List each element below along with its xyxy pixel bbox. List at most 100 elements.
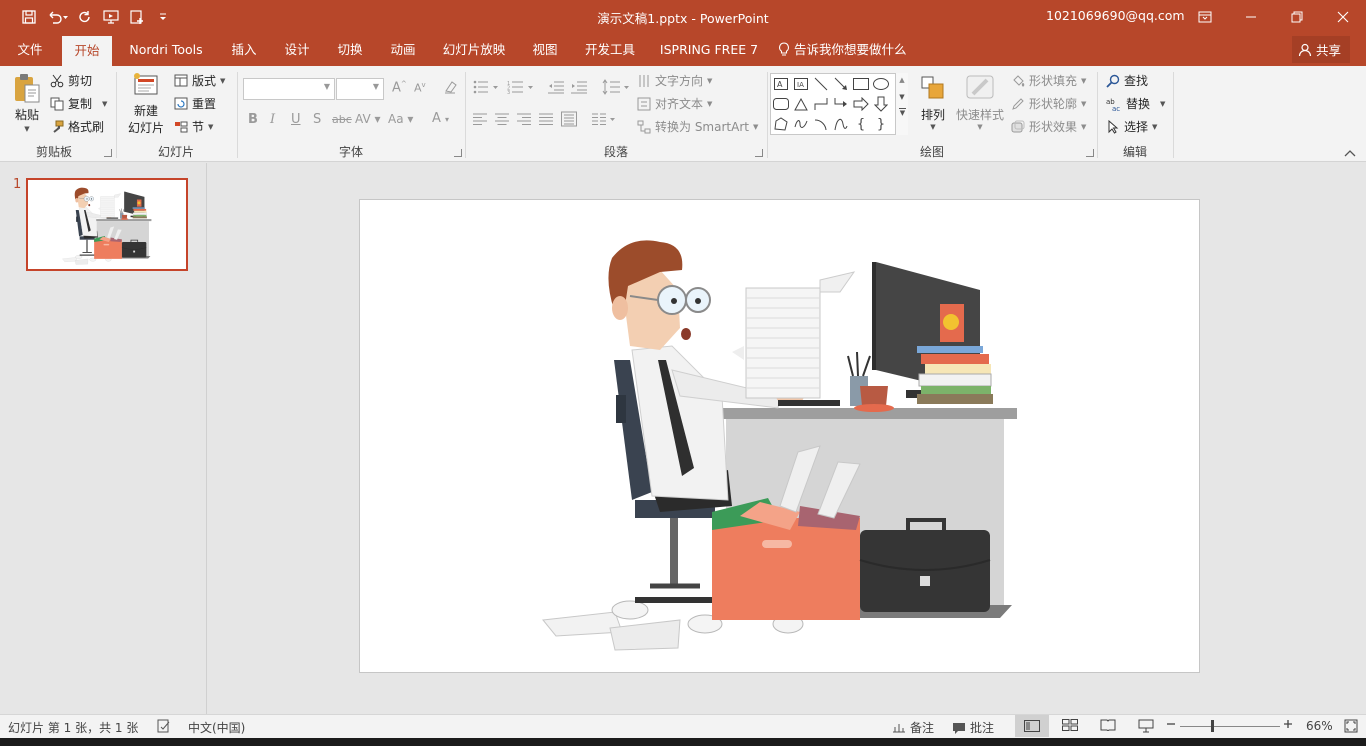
tab-transitions[interactable]: 切换 (328, 33, 372, 66)
save-icon[interactable] (16, 3, 42, 31)
drawing-launcher-icon[interactable] (1086, 149, 1094, 157)
tab-view[interactable]: 视图 (523, 33, 567, 66)
close-icon[interactable] (1320, 0, 1366, 33)
cut-button[interactable]: 剪切 (50, 72, 92, 89)
align-center-icon[interactable] (495, 113, 509, 129)
reading-view-icon[interactable] (1100, 719, 1116, 731)
decrease-indent-icon[interactable] (548, 80, 564, 98)
grow-font-icon[interactable]: A^ (392, 80, 407, 95)
shapes-gallery-scroll[interactable]: ▲ ▼ ▼ (895, 73, 908, 135)
font-name-combo[interactable]: ▼ (243, 78, 335, 100)
paste-button[interactable]: 粘贴 ▼ (10, 72, 44, 134)
change-case-icon[interactable]: Aa ▾ (388, 112, 413, 126)
strikethrough-icon[interactable]: abc (332, 113, 352, 126)
align-left-icon[interactable] (473, 113, 487, 129)
right-brace-icon[interactable]: } (872, 115, 890, 133)
text-shadow-icon[interactable]: S (313, 112, 321, 127)
align-text-button[interactable]: 对齐文本 ▼ (637, 95, 712, 112)
numbering-icon[interactable]: 123 (507, 80, 535, 98)
slide-canvas[interactable] (359, 199, 1200, 673)
arrow-line-icon[interactable] (832, 75, 850, 93)
zoom-out-icon[interactable] (1166, 719, 1176, 729)
tab-slideshow[interactable]: 幻灯片放映 (438, 33, 510, 66)
columns-icon[interactable] (592, 113, 618, 129)
zoom-level[interactable]: 66% (1306, 719, 1333, 733)
bold-icon[interactable]: B (248, 112, 258, 127)
shrink-font-icon[interactable]: Av (414, 81, 426, 95)
new-slide-button[interactable]: 新建 幻灯片 (122, 72, 170, 138)
underline-icon[interactable]: U (291, 112, 301, 127)
slide-sorter-view-icon[interactable] (1062, 719, 1078, 731)
shape-fill-button[interactable]: 形状填充 ▼ (1011, 72, 1086, 89)
find-button[interactable]: 查找 (1106, 72, 1148, 89)
increase-indent-icon[interactable] (571, 80, 587, 98)
layout-button[interactable]: 版式 ▼ (174, 72, 225, 89)
right-arrow-shape-icon[interactable] (852, 95, 870, 113)
vertical-text-box-icon[interactable]: IA (792, 75, 810, 93)
convert-smartart-button[interactable]: 转换为 SmartArt ▼ (637, 118, 758, 135)
quick-styles-button[interactable]: 快速样式 ▼ (954, 74, 1006, 136)
character-spacing-icon[interactable]: AV ▾ (355, 112, 381, 126)
tab-developer[interactable]: 开发工具 (580, 33, 640, 66)
rounded-rectangle-icon[interactable] (772, 95, 790, 113)
tab-ispring[interactable]: ISPRING FREE 7 (655, 33, 763, 66)
undo-icon[interactable] (42, 3, 72, 31)
restore-icon[interactable] (1274, 0, 1320, 33)
start-from-beginning-icon[interactable] (98, 3, 124, 31)
line-icon[interactable] (812, 75, 830, 93)
account-name[interactable]: 1021069690@qq.com (1046, 8, 1185, 23)
spelling-check-icon[interactable] (157, 719, 171, 733)
curve-icon[interactable] (832, 115, 850, 133)
line-spacing-icon[interactable] (602, 79, 630, 99)
language-indicator[interactable]: 中文(中国) (188, 719, 245, 736)
collapse-ribbon-icon[interactable] (1344, 146, 1356, 160)
arrange-button[interactable]: 排列 ▼ (916, 74, 950, 136)
bullets-icon[interactable] (473, 80, 499, 98)
select-button[interactable]: 选择 ▼ (1106, 118, 1157, 135)
font-launcher-icon[interactable] (454, 149, 462, 157)
triangle-icon[interactable] (792, 95, 810, 113)
justify-icon[interactable] (539, 113, 553, 129)
tab-nordri-tools[interactable]: Nordri Tools (120, 33, 212, 66)
freeform-icon[interactable] (772, 115, 790, 133)
zoom-in-icon[interactable] (1283, 719, 1293, 729)
tab-home[interactable]: 开始 (62, 36, 112, 66)
clipboard-launcher-icon[interactable] (104, 149, 112, 157)
format-painter-button[interactable]: 格式刷 (50, 118, 104, 135)
new-slide-quick-icon[interactable] (124, 3, 150, 31)
comments-button[interactable]: 批注 (952, 719, 994, 736)
slide-counter[interactable]: 幻灯片 第 1 张，共 1 张 (8, 719, 138, 736)
distributed-icon[interactable] (561, 111, 577, 131)
align-right-icon[interactable] (517, 113, 531, 129)
oval-icon[interactable] (872, 75, 890, 93)
clear-formatting-icon[interactable] (443, 79, 459, 99)
rectangle-icon[interactable] (852, 75, 870, 93)
italic-icon[interactable]: I (270, 112, 275, 127)
normal-view-button[interactable] (1015, 715, 1049, 737)
scribble-icon[interactable] (792, 115, 810, 133)
shapes-gallery[interactable]: A IA { } (770, 73, 908, 135)
customize-quick-access-icon[interactable] (150, 3, 176, 31)
tab-insert[interactable]: 插入 (222, 33, 266, 66)
slideshow-view-icon[interactable] (1138, 719, 1154, 733)
notes-button[interactable]: 备注 (892, 719, 934, 736)
left-brace-icon[interactable]: { (852, 115, 870, 133)
ribbon-display-options-icon[interactable] (1182, 0, 1228, 33)
shape-outline-button[interactable]: 形状轮廓 ▼ (1011, 95, 1086, 112)
elbow-connector-icon[interactable] (812, 95, 830, 113)
zoom-slider[interactable] (1180, 720, 1280, 732)
tab-animations[interactable]: 动画 (381, 33, 425, 66)
down-arrow-shape-icon[interactable] (872, 95, 890, 113)
arc-icon[interactable] (812, 115, 830, 133)
minimize-icon[interactable] (1228, 0, 1274, 33)
tab-file[interactable]: 文件 (8, 33, 52, 66)
copy-button[interactable]: 复制 ▼ (50, 95, 107, 112)
replace-button[interactable]: ab ac 替换 ▼ (1106, 95, 1165, 112)
redo-icon[interactable] (72, 3, 98, 31)
tell-me-box[interactable]: 告诉我你想要做什么 (778, 33, 914, 66)
text-direction-button[interactable]: 文字方向 ▼ (637, 72, 712, 89)
paragraph-launcher-icon[interactable] (755, 149, 763, 157)
elbow-arrow-icon[interactable] (832, 95, 850, 113)
slide-thumbnail[interactable] (26, 178, 188, 271)
shape-effects-button[interactable]: 形状效果 ▼ (1011, 118, 1086, 135)
